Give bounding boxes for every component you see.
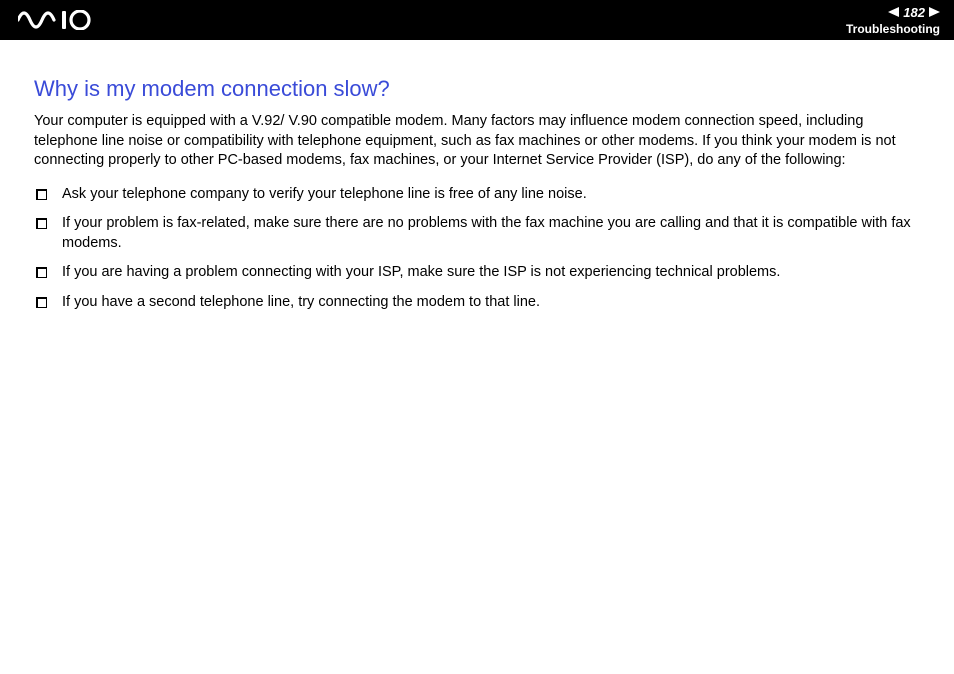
bullet-icon [36,267,47,278]
header-right: 182 Troubleshooting [846,4,940,36]
page-indicator: 182 [888,4,940,22]
bullet-icon [36,297,47,308]
list-item-text: Ask your telephone company to verify you… [62,186,587,202]
vaio-logo [18,10,110,30]
list-item: If your problem is fax-related, make sur… [34,214,920,253]
list-item-text: If your problem is fax-related, make sur… [62,215,911,251]
list-item: Ask your telephone company to verify you… [34,185,920,205]
bullet-list: Ask your telephone company to verify you… [34,185,920,313]
bullet-icon [36,218,47,229]
header-bar: 182 Troubleshooting [0,0,954,40]
page-heading: Why is my modem connection slow? [34,76,920,102]
intro-paragraph: Your computer is equipped with a V.92/ V… [34,112,920,171]
list-item: If you are having a problem connecting w… [34,263,920,283]
page-prev-icon[interactable] [888,4,899,22]
page-content: Why is my modem connection slow? Your co… [0,40,954,343]
list-item-text: If you are having a problem connecting w… [62,264,780,280]
bullet-icon [36,189,47,200]
list-item: If you have a second telephone line, try… [34,293,920,313]
list-item-text: If you have a second telephone line, try… [62,294,540,310]
page-number: 182 [903,6,925,20]
section-label: Troubleshooting [846,23,940,36]
page-next-icon[interactable] [929,4,940,22]
